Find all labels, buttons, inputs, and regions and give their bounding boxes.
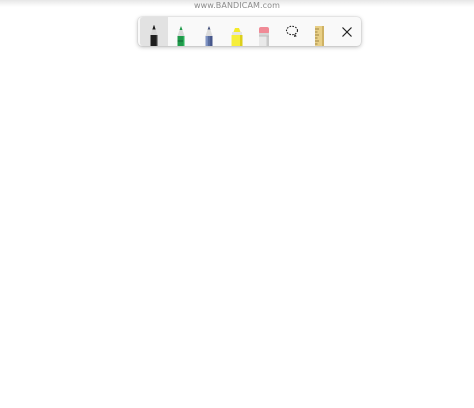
ruler-tool[interactable] xyxy=(306,17,334,46)
eraser-icon xyxy=(259,27,270,46)
ruler-icon xyxy=(315,26,325,46)
lasso-select-tool[interactable] xyxy=(278,17,306,46)
highlighter-icon xyxy=(231,28,243,46)
drawing-canvas[interactable] xyxy=(0,50,474,408)
highlighter-tool[interactable] xyxy=(223,17,251,46)
pencil-tool[interactable] xyxy=(195,17,223,46)
bandicam-watermark: www.BANDICAM.com xyxy=(193,1,281,10)
screen: www.BANDICAM.com xyxy=(0,0,474,408)
eraser-tool[interactable] xyxy=(250,17,278,46)
ballpoint-pen-icon xyxy=(150,25,158,46)
green-pen-tool[interactable] xyxy=(168,17,196,46)
close-toolbar-button[interactable] xyxy=(333,17,361,46)
pen-icon xyxy=(177,26,185,46)
lasso-select-icon xyxy=(285,25,298,37)
ballpoint-pen-tool[interactable] xyxy=(140,17,168,46)
pencil-icon xyxy=(205,26,213,46)
ink-toolbar xyxy=(138,17,361,46)
close-icon xyxy=(342,26,352,37)
